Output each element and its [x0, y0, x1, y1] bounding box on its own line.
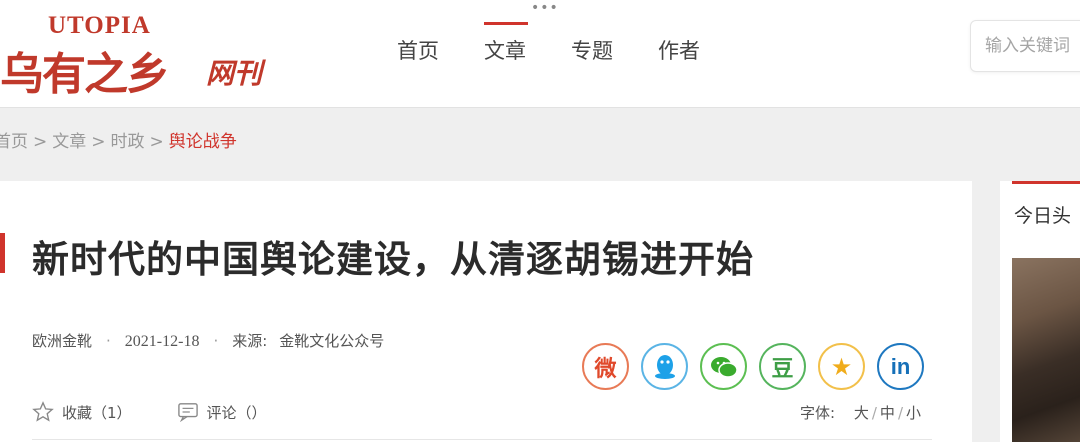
douban-share-icon[interactable]: 豆: [759, 343, 806, 390]
qq-penguin-icon: [654, 354, 675, 379]
breadcrumb-current[interactable]: 舆论战争: [169, 127, 237, 152]
breadcrumb-home[interactable]: 首页: [0, 127, 28, 152]
qq-share-icon[interactable]: [641, 343, 688, 390]
font-size-label: 字体:: [800, 404, 836, 422]
comment-label: 评论（）: [206, 403, 267, 422]
site-header: ••• UTOPIA 乌有之乡 网刊 首页 文章 专题 作者: [0, 0, 1080, 108]
meta-dot: ·: [213, 332, 219, 350]
site-logo[interactable]: UTOPIA 乌有之乡 网刊: [0, 8, 300, 103]
headline-image[interactable]: [1012, 258, 1080, 442]
breadcrumb: 首页 > 文章 > 时政 > 舆论战争: [0, 127, 237, 152]
breadcrumb-articles[interactable]: 文章: [52, 127, 86, 152]
font-size-small[interactable]: 小: [906, 404, 921, 422]
article-author[interactable]: 欧洲金靴: [32, 332, 92, 350]
divider: [32, 439, 932, 440]
font-size-large[interactable]: 大: [854, 404, 869, 422]
nav-active-indicator: [484, 22, 528, 25]
article-actions: 收藏（1） 评论（）: [32, 401, 312, 423]
search-box: [970, 20, 1080, 72]
weibo-share-icon[interactable]: 微: [582, 343, 629, 390]
nav-item-articles[interactable]: 文章: [484, 35, 526, 65]
font-size-separator: /: [871, 404, 877, 422]
sidebar-title: 今日头: [1014, 205, 1072, 227]
more-dots-icon[interactable]: •••: [531, 1, 559, 15]
collect-button[interactable]: 收藏（1）: [32, 401, 132, 423]
comment-button[interactable]: 评论（）: [177, 402, 267, 423]
meta-dot: ·: [106, 332, 111, 350]
share-buttons: 微 豆 ★ in: [582, 343, 924, 390]
article-meta: 欧洲金靴 · 2021-12-18 · 来源: 金靴文化公众号: [32, 330, 384, 351]
sidebar-accent-bar: [1012, 181, 1080, 184]
nav-item-home[interactable]: 首页: [397, 35, 439, 65]
breadcrumb-separator: >: [33, 132, 48, 152]
qzone-share-icon[interactable]: ★: [818, 343, 865, 390]
wechat-bubbles-icon: [710, 356, 738, 378]
sidebar-headlines: 今日头: [1000, 181, 1080, 442]
comment-icon: [177, 402, 199, 422]
star-icon: [32, 401, 54, 423]
linkedin-share-icon[interactable]: in: [877, 343, 924, 390]
article-date: 2021-12-18: [124, 333, 200, 350]
logo-chinese: 乌有之乡: [0, 49, 170, 100]
article-card: 新时代的中国舆论建设，从清逐胡锡进开始 欧洲金靴 · 2021-12-18 · 来源: 金…: [0, 181, 972, 442]
article-title: 新时代的中国舆论建设，从清逐胡锡进开始: [32, 238, 754, 281]
wechat-share-icon[interactable]: [700, 343, 747, 390]
font-size-control: 字体: 大 / 中 / 小: [800, 402, 924, 423]
source-label: 来源:: [232, 332, 268, 350]
search-input[interactable]: [971, 21, 1080, 71]
font-size-medium[interactable]: 中: [880, 404, 895, 422]
font-size-separator: /: [897, 404, 903, 422]
article-source: 金靴文化公众号: [279, 332, 385, 350]
nav-item-authors[interactable]: 作者: [658, 35, 700, 65]
logo-subtitle: 网刊: [206, 57, 263, 90]
logo-english: UTOPIA: [48, 12, 151, 39]
breadcrumb-separator: >: [149, 132, 164, 152]
collect-label: 收藏（1）: [62, 403, 132, 422]
breadcrumb-separator: >: [91, 132, 106, 152]
nav-item-topics[interactable]: 专题: [571, 35, 613, 65]
breadcrumb-politics[interactable]: 时政: [111, 127, 145, 152]
title-accent-bar: [0, 233, 5, 273]
